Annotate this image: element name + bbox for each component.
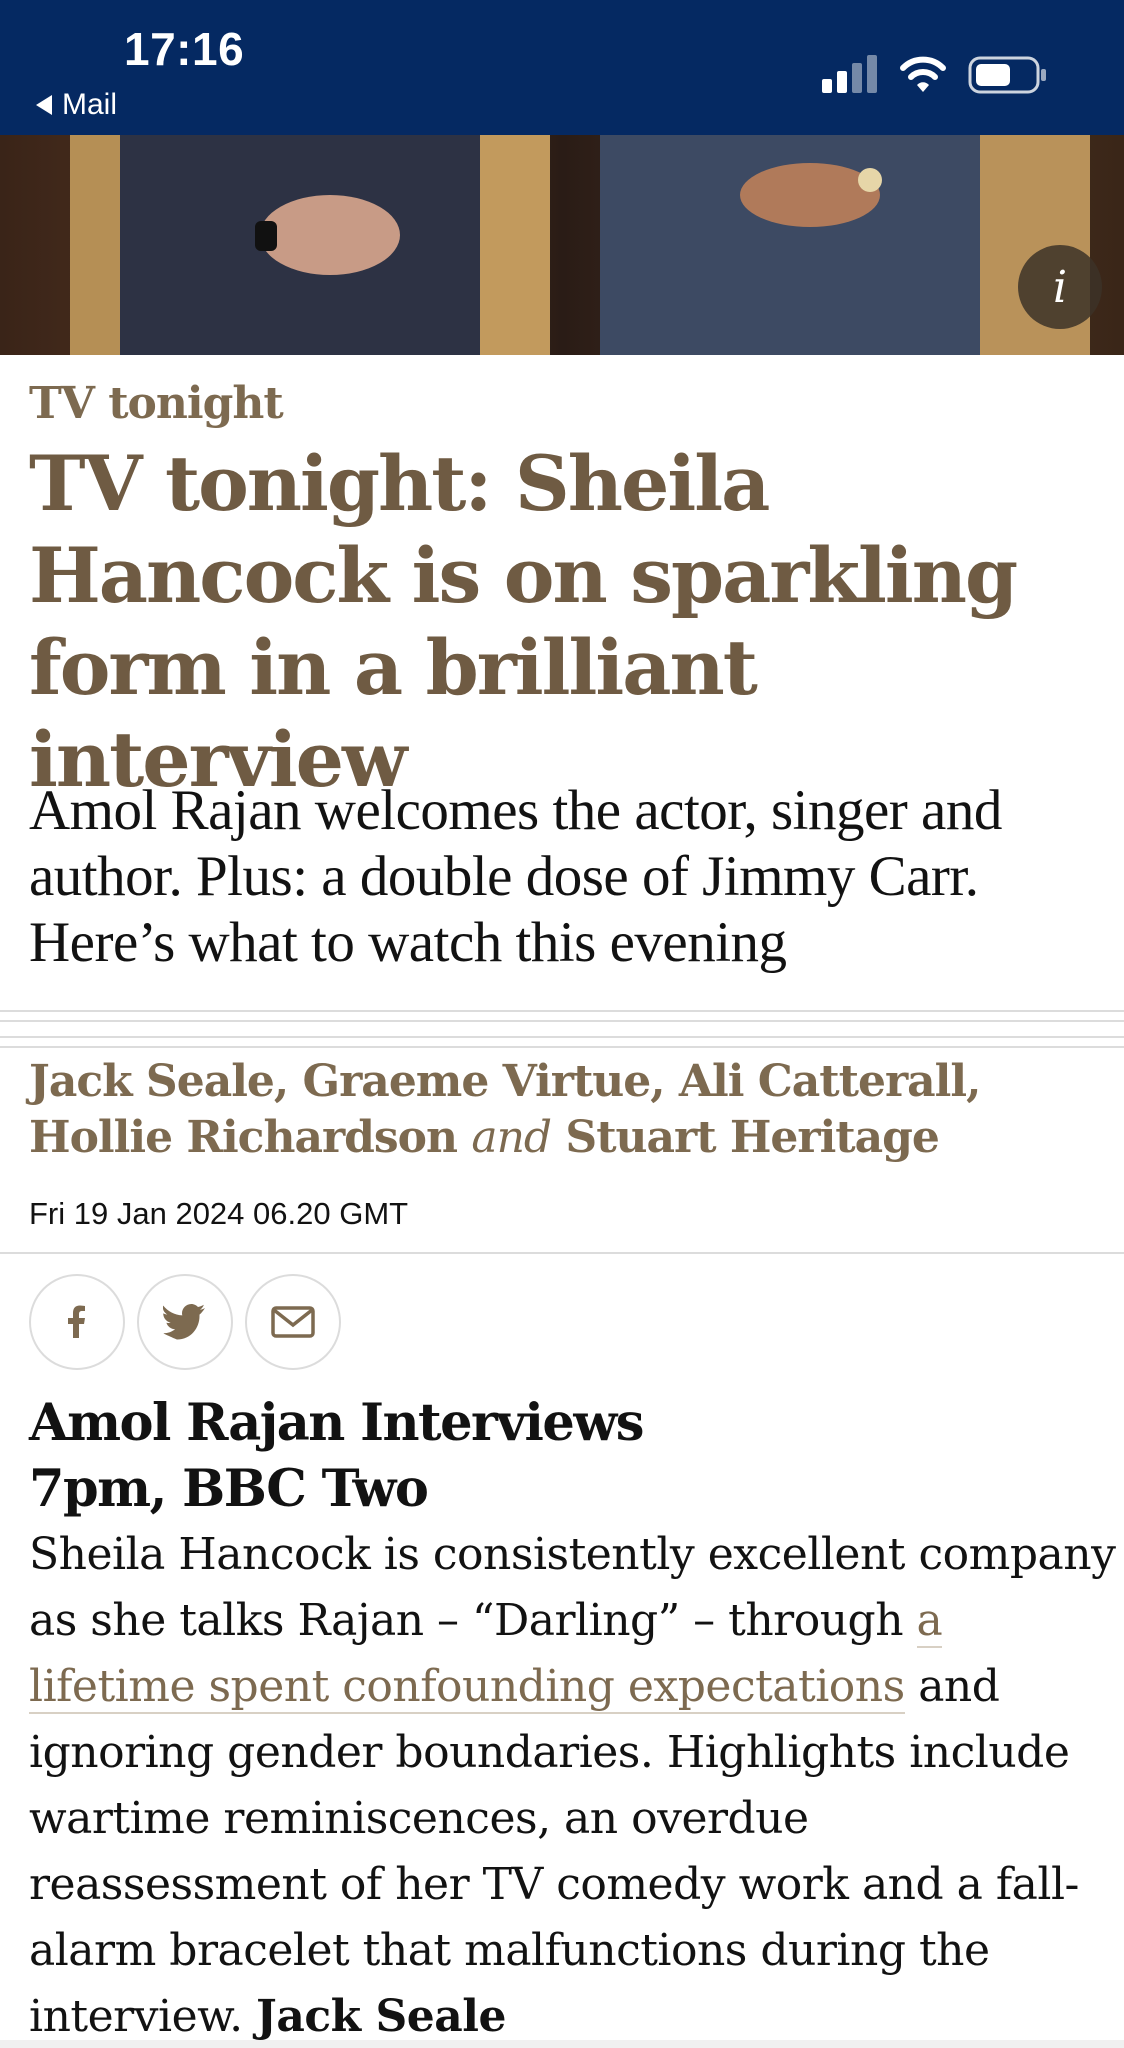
body-text-continued: and ignoring gender boundaries. Highligh…: [29, 1661, 1079, 2042]
back-to-mail-button[interactable]: Mail: [36, 88, 117, 122]
status-time: 17:16: [124, 23, 245, 75]
back-arrow-icon: [36, 95, 52, 115]
facebook-icon: [68, 1305, 85, 1338]
listing-time-channel: 7pm, BBC Two: [29, 1459, 429, 1519]
bottom-edge: [0, 2040, 1124, 2048]
signal-icon: [822, 55, 877, 93]
listing-programme-name: Amol Rajan Interviews: [29, 1393, 645, 1453]
byline: Jack Seale, Graeme Virtue, Ali Catterall…: [29, 1054, 1119, 1166]
byline-last-author[interactable]: Stuart Heritage: [565, 1112, 939, 1163]
share-twitter-button[interactable]: [137, 1274, 233, 1370]
divider: [0, 1046, 1124, 1048]
listing-body: Sheila Hancock is consistently excellent…: [29, 1522, 1119, 2048]
byline-conjunction: and: [471, 1112, 552, 1163]
hero-photo-illustration: [70, 135, 1090, 355]
listing-author: Jack Seale: [256, 1991, 506, 2042]
divider: [0, 1020, 1124, 1022]
divider: [0, 1252, 1124, 1254]
email-icon: [271, 1306, 315, 1338]
wifi-icon: [900, 56, 946, 92]
divider: [0, 1036, 1124, 1038]
listing-title: Amol Rajan Interviews 7pm, BBC Two: [29, 1390, 1109, 1522]
back-label: Mail: [62, 88, 118, 121]
divider: [0, 1010, 1124, 1012]
twitter-icon: [163, 1304, 205, 1340]
share-facebook-button[interactable]: [29, 1274, 125, 1370]
share-buttons: [29, 1274, 341, 1370]
share-email-button[interactable]: [245, 1274, 341, 1370]
article-standfirst: Amol Rajan welcomes the actor, singer an…: [29, 779, 1002, 974]
article-headline: TV tonight: Sheila Hancock is on sparkli…: [29, 439, 1018, 804]
body-text-intro: Sheila Hancock is consistently excellent…: [29, 1529, 1116, 1646]
battery-icon: [968, 56, 1046, 94]
hero-image: i: [0, 135, 1124, 355]
publication-date: Fri 19 Jan 2024 06.20 GMT: [29, 1196, 409, 1231]
image-info-button[interactable]: i: [1018, 245, 1102, 329]
status-bar: 17:16 Mail: [0, 0, 1124, 135]
section-kicker[interactable]: TV tonight: [29, 378, 284, 429]
